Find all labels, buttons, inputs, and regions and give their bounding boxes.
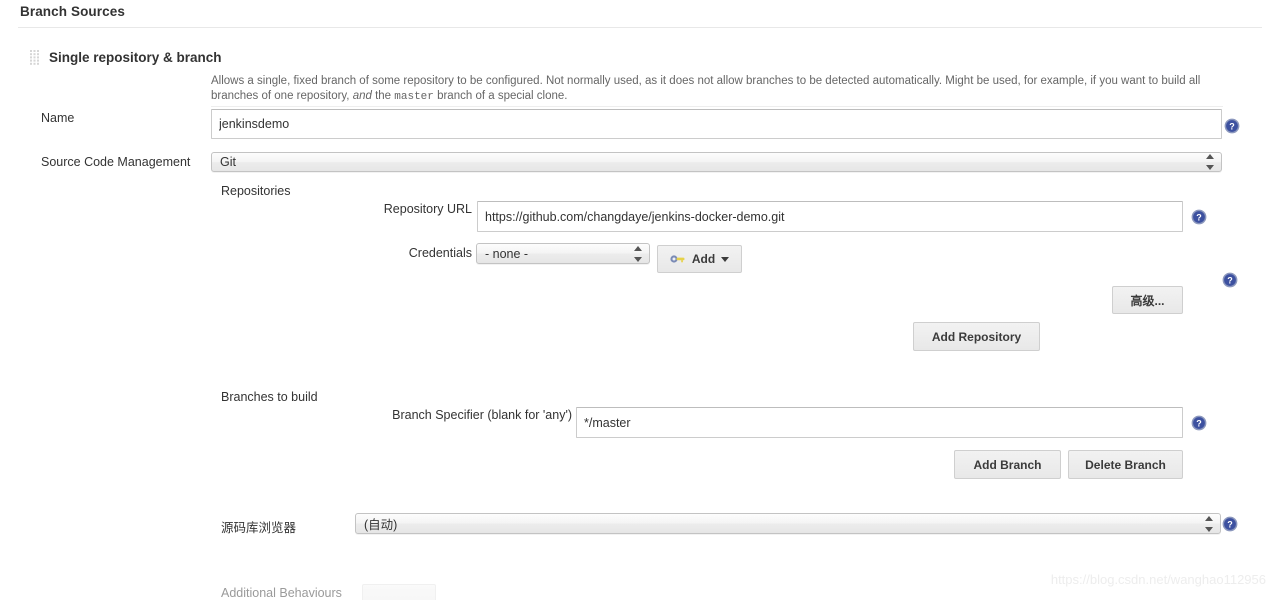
advanced-button[interactable]: 高级...: [1112, 286, 1183, 314]
svg-text:?: ?: [1227, 276, 1233, 286]
repositories-label: Repositories: [221, 184, 291, 198]
scm-spinner-icon[interactable]: [1202, 153, 1218, 171]
repo-browser-label: 源码库浏览器: [221, 521, 297, 535]
branches-to-build-label: Branches to build: [221, 390, 318, 404]
description-text-mono: master: [394, 91, 434, 103]
repository-url-help-icon[interactable]: ?: [1191, 209, 1207, 225]
svg-text:?: ?: [1227, 520, 1233, 530]
add-credentials-label: Add: [691, 252, 716, 266]
page-title: Branch Sources: [20, 4, 125, 19]
credentials-spinner-icon[interactable]: [630, 244, 646, 263]
scm-select-value: Git: [220, 155, 236, 169]
name-input[interactable]: [211, 109, 1222, 139]
caret-down-icon: [721, 256, 730, 262]
add-repository-label: Add Repository: [931, 329, 1022, 344]
repo-browser-spinner-icon[interactable]: [1201, 514, 1217, 533]
credentials-select-value: - none -: [485, 246, 529, 261]
description-text-2: the: [371, 90, 395, 102]
credentials-label: Credentials: [408, 246, 472, 260]
repo-browser-help-icon[interactable]: ?: [1222, 516, 1238, 532]
svg-text:?: ?: [1196, 419, 1202, 429]
add-repository-button[interactable]: Add Repository: [913, 322, 1040, 351]
svg-text:?: ?: [1229, 122, 1235, 132]
branch-sources-page: Branch Sources Single repository & branc…: [0, 0, 1280, 600]
repo-browser-select-value: (自动): [364, 518, 398, 532]
credentials-select[interactable]: - none -: [476, 243, 650, 264]
scm-select[interactable]: Git: [211, 152, 1222, 172]
watermark: https://blog.csdn.net/wanghao112956: [1050, 572, 1266, 587]
branch-specifier-input[interactable]: [576, 407, 1183, 438]
add-branch-label: Add Branch: [973, 457, 1042, 472]
name-label: Name: [41, 111, 75, 125]
description-text-3: branch of a special clone.: [433, 90, 568, 102]
repository-url-label: Repository URL: [383, 202, 472, 216]
advanced-button-label: 高级...: [1130, 293, 1165, 308]
header-divider: [18, 27, 1262, 28]
credentials-help-icon[interactable]: ?: [1222, 272, 1238, 288]
svg-text:?: ?: [1196, 213, 1202, 223]
drag-grip-icon[interactable]: [30, 50, 41, 65]
delete-branch-button[interactable]: Delete Branch: [1068, 450, 1183, 479]
block-description: Allows a single, fixed branch of some re…: [211, 74, 1246, 105]
add-branch-button[interactable]: Add Branch: [954, 450, 1061, 479]
single-repo-block-header: Single repository & branch: [30, 50, 222, 65]
additional-behaviours-add-button[interactable]: [362, 584, 436, 600]
description-text-italic: and: [352, 90, 372, 102]
delete-branch-label: Delete Branch: [1085, 457, 1166, 472]
single-repo-block-title: Single repository & branch: [49, 50, 222, 65]
key-icon: [670, 254, 686, 264]
scm-label: Source Code Management: [41, 155, 191, 169]
repository-url-input[interactable]: [477, 201, 1183, 232]
description-divider: [211, 106, 1223, 107]
branch-specifier-label: Branch Specifier (blank for 'any'): [392, 408, 572, 422]
repo-browser-select[interactable]: (自动): [355, 513, 1221, 534]
additional-behaviours-label: Additional Behaviours: [221, 586, 342, 600]
add-credentials-button[interactable]: Add: [657, 245, 742, 273]
branch-specifier-help-icon[interactable]: ?: [1191, 415, 1207, 431]
name-help-icon[interactable]: ?: [1224, 118, 1240, 134]
